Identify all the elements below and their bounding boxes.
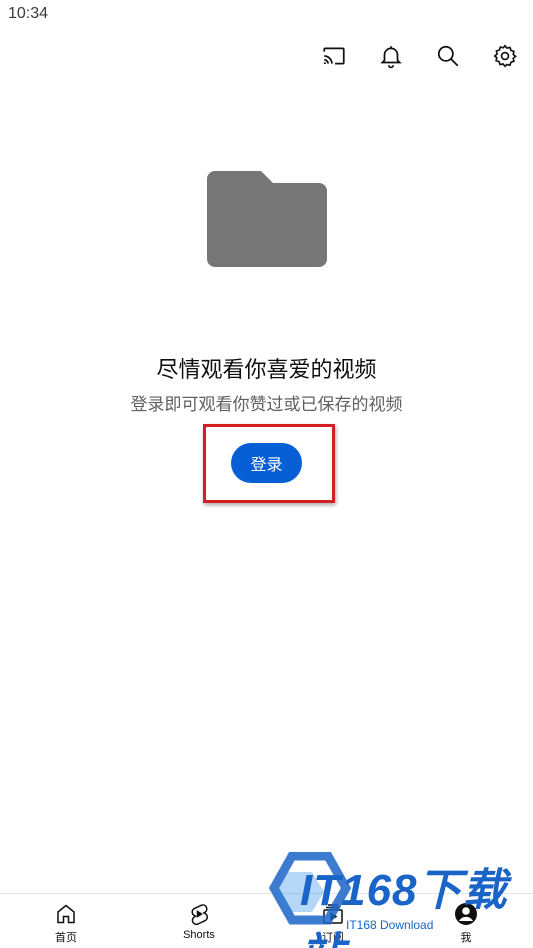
- status-bar: 10:34: [0, 0, 533, 30]
- empty-state-title: 尽情观看你喜爱的视频: [156, 358, 377, 383]
- search-icon: [437, 45, 459, 67]
- search-button[interactable]: [430, 38, 466, 74]
- cast-button[interactable]: [316, 38, 352, 74]
- empty-state-subtitle: 登录即可观看你赞过或已保存的视频: [130, 395, 403, 415]
- notifications-button[interactable]: [373, 38, 409, 74]
- notifications-icon: [380, 46, 402, 69]
- settings-icon: [493, 44, 517, 68]
- signin-button[interactable]: 登录: [231, 443, 302, 483]
- nav-subscriptions[interactable]: 订阅: [280, 894, 386, 948]
- home-icon: [57, 904, 75, 924]
- nav-shorts-label: Shorts: [183, 929, 215, 941]
- bottom-navigation: 首页 Shorts 订阅 我: [0, 893, 533, 948]
- cast-icon: [323, 47, 345, 65]
- shorts-icon: [191, 904, 208, 926]
- account-icon: [455, 903, 477, 925]
- nav-home[interactable]: 首页: [13, 894, 119, 948]
- nav-subscriptions-label: 订阅: [322, 932, 344, 944]
- status-time: 10:34: [8, 5, 49, 22]
- folder-icon: [207, 171, 327, 267]
- nav-account-label: 我: [460, 932, 472, 944]
- subscriptions-icon: [323, 904, 343, 924]
- nav-account[interactable]: 我: [413, 894, 519, 948]
- settings-button[interactable]: [487, 38, 523, 74]
- top-toolbar: [0, 38, 533, 74]
- nav-home-label: 首页: [55, 932, 77, 944]
- nav-shorts[interactable]: Shorts: [146, 894, 252, 948]
